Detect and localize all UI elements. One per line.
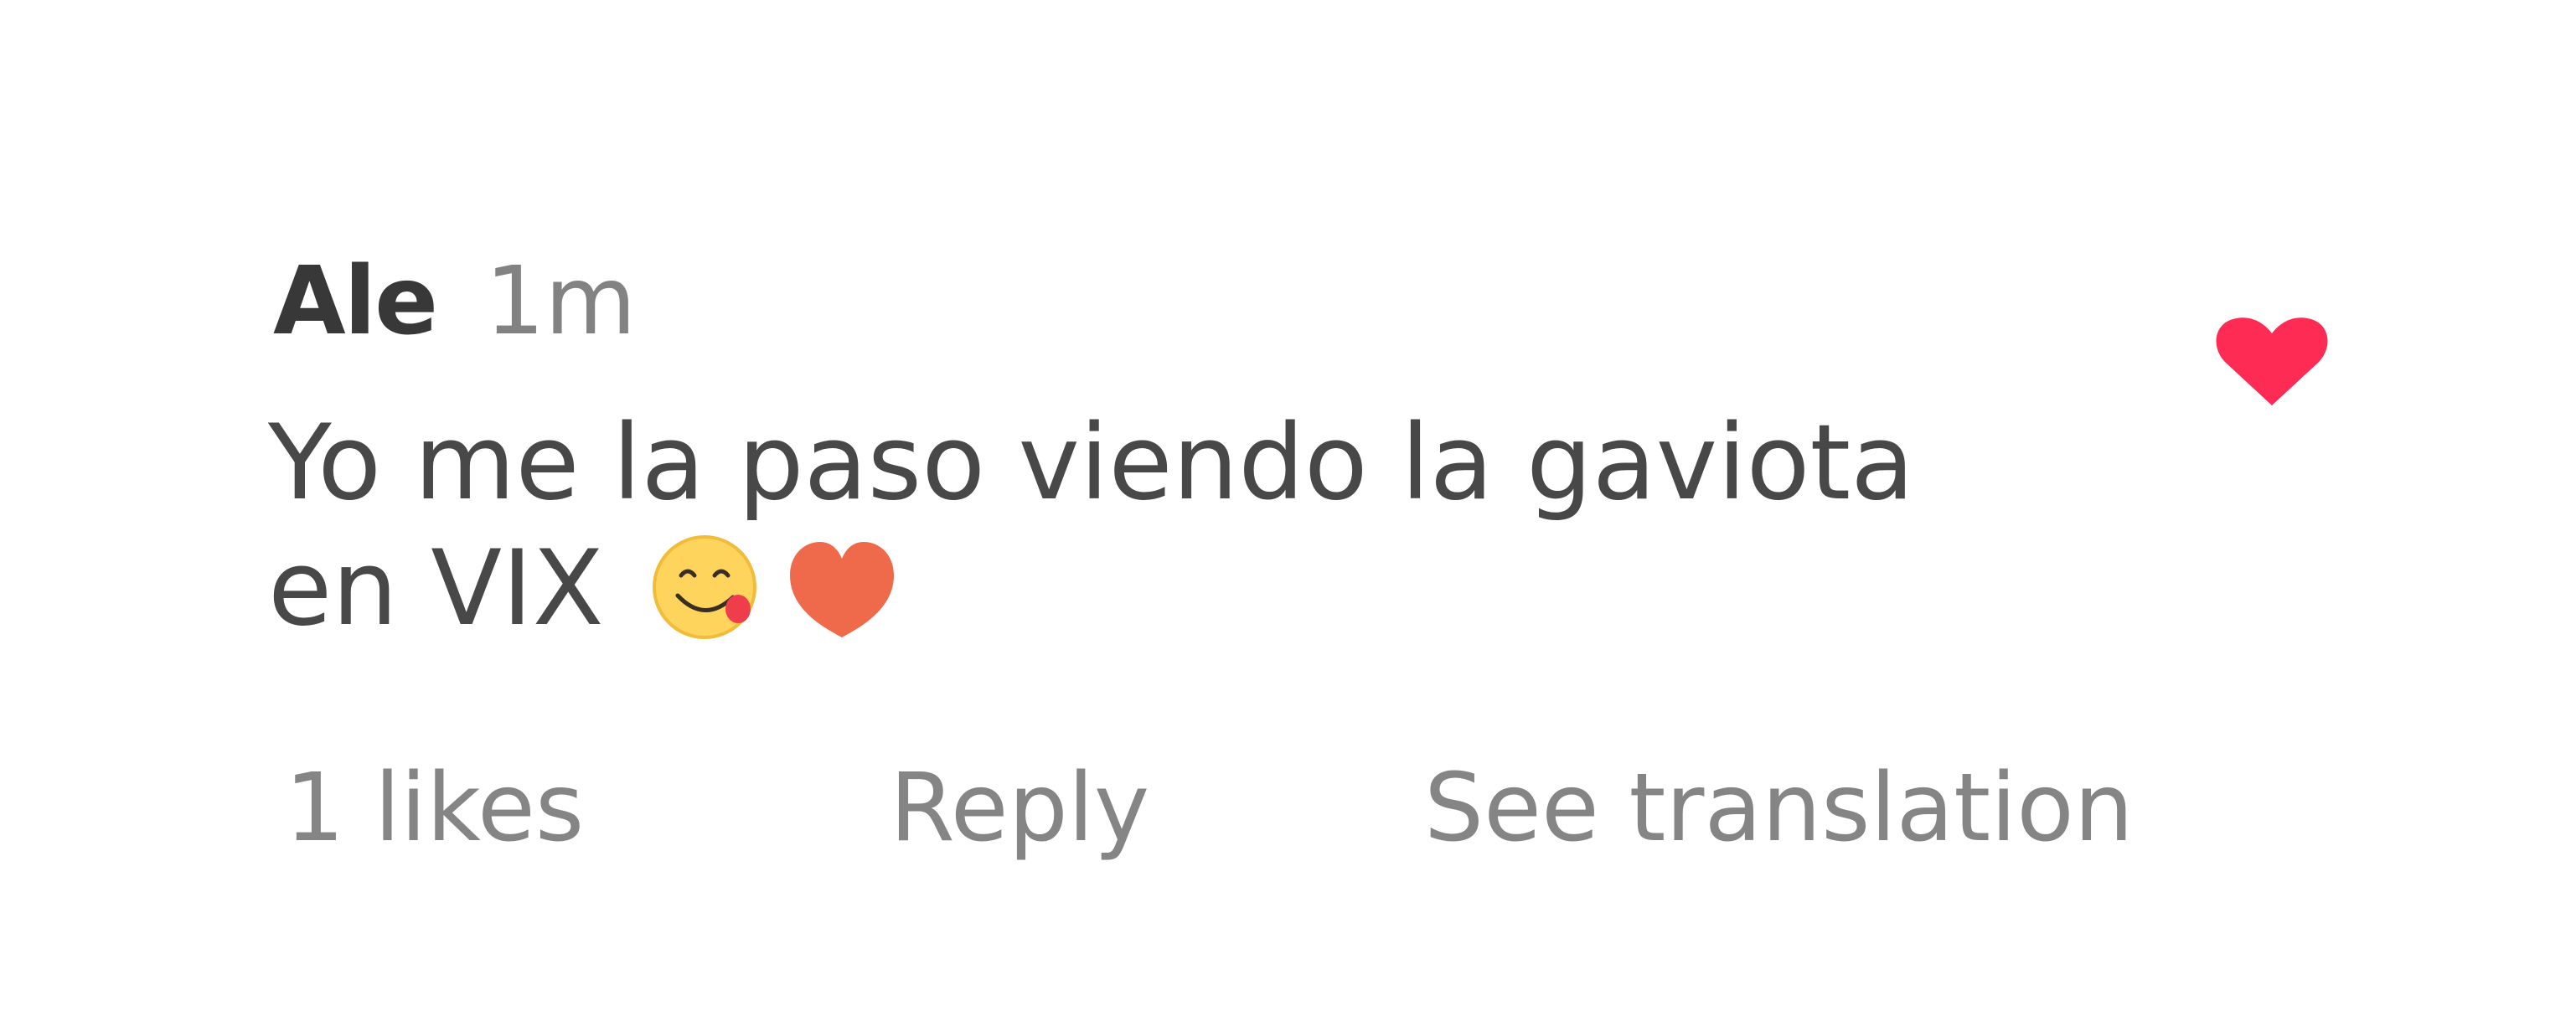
comment-actions: 1 likes Reply See translation (0, 745, 2576, 871)
comment-item: Ale 1m Yo me la paso viendo la gaviota e… (0, 0, 2576, 1011)
comment-username[interactable]: Ale (273, 243, 438, 360)
comment-text-line-1: Yo me la paso viendo la gaviota (268, 403, 1915, 524)
comment-header: Ale 1m (273, 243, 636, 360)
heart-icon[interactable] (2207, 302, 2337, 419)
comment-text-line-2: en VIX (268, 529, 604, 649)
yum-face-icon (652, 535, 756, 639)
comment-timestamp: 1m (485, 247, 637, 356)
comment-text-line-2-row: en VIX (268, 526, 1860, 652)
reply-button[interactable]: Reply (890, 745, 1149, 871)
orange-heart-icon (789, 542, 894, 637)
likes-count[interactable]: 1 likes (285, 745, 584, 871)
see-translation-button[interactable]: See translation (1424, 745, 2134, 871)
comment-text: Yo me la paso viendo la gaviota en VIX (268, 400, 1915, 652)
